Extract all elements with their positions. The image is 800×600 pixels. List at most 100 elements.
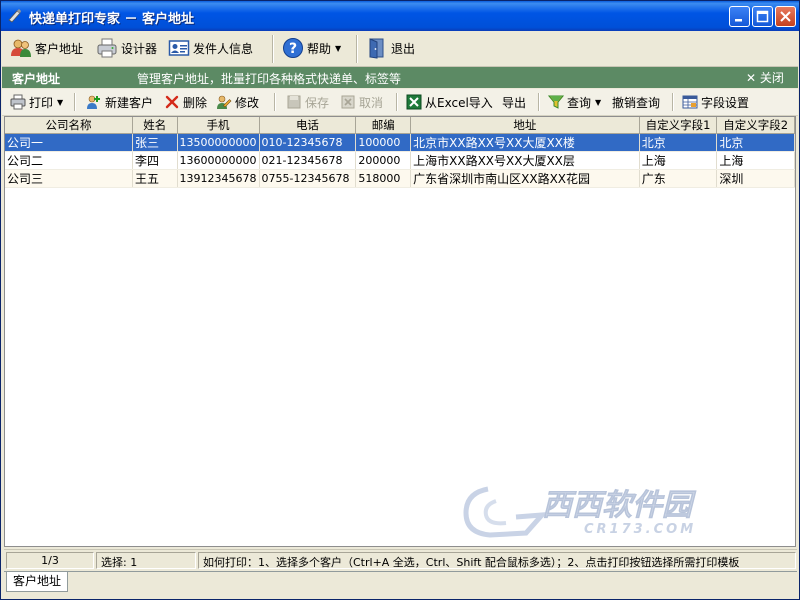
cancel-icon xyxy=(341,95,355,109)
exit-button[interactable]: 退出 xyxy=(366,37,415,59)
users-icon xyxy=(11,39,31,57)
svg-text:?: ? xyxy=(289,41,297,57)
column-header-custom2[interactable]: 自定义字段2 xyxy=(716,117,795,134)
cell-company: 公司三 xyxy=(5,169,133,188)
cell-custom1: 上海 xyxy=(639,151,718,170)
field-settings-label: 字段设置 xyxy=(701,95,750,110)
cancel-button[interactable]: 取消 xyxy=(340,92,383,112)
cell-mobile: 13500000000 xyxy=(177,133,260,152)
toolbar-separator xyxy=(672,93,674,111)
table-row-selected[interactable]: 公司一 张三 13500000000 010-12345678 100000 北… xyxy=(5,133,795,152)
panel-close-button[interactable]: ✕ 关闭 xyxy=(746,69,784,86)
cell-mobile: 13600000000 xyxy=(177,151,260,170)
table-row[interactable]: 公司二 李四 13600000000 021-12345678 200000 上… xyxy=(5,151,795,170)
tab-customer-address[interactable]: 客户地址 xyxy=(6,572,68,592)
column-header-postcode[interactable]: 邮编 xyxy=(355,117,412,134)
cell-address: 上海市XX路XX号XX大厦XX层 xyxy=(410,151,640,170)
exit-door-icon xyxy=(369,38,384,59)
add-user-icon xyxy=(87,95,100,109)
import-excel-label: 从Excel导入 xyxy=(425,95,493,110)
column-header-company[interactable]: 公司名称 xyxy=(5,117,133,134)
save-disk-icon xyxy=(287,95,301,109)
maximize-icon xyxy=(756,10,769,23)
cell-custom1: 广东 xyxy=(639,169,718,188)
close-button[interactable] xyxy=(775,6,796,27)
app-window: 快递单打印专家 － 客户地址 客户地址 设计器 发件人信息 ? 帮助 ▼ 退出 … xyxy=(0,0,800,600)
cell-company: 公司二 xyxy=(5,151,133,170)
cell-name: 王五 xyxy=(132,169,178,188)
toolbar-separator xyxy=(396,93,398,111)
help-label: 帮助 xyxy=(307,41,332,56)
maximize-button[interactable] xyxy=(752,6,773,27)
designer-label: 设计器 xyxy=(121,41,158,56)
table-settings-icon xyxy=(682,95,698,109)
import-excel-button[interactable]: 从Excel导入 xyxy=(406,92,493,112)
customer-address-button[interactable]: 客户地址 xyxy=(10,37,83,59)
title-bar[interactable]: 快递单打印专家 － 客户地址 xyxy=(1,1,799,31)
tab-strip-line xyxy=(4,571,797,572)
designer-button[interactable]: 设计器 xyxy=(96,37,157,59)
toolbar-separator xyxy=(356,35,358,63)
new-customer-label: 新建客户 xyxy=(105,95,154,110)
cell-phone: 010-12345678 xyxy=(259,133,357,152)
cell-phone: 0755-12345678 xyxy=(259,169,357,188)
status-hint: 如何打印：1、选择多个客户（Ctrl+A 全选，Ctrl、Shift 配合鼠标多… xyxy=(198,552,796,569)
delete-button[interactable]: 删除 xyxy=(164,92,207,112)
printer-icon xyxy=(97,38,117,58)
cancel-label: 取消 xyxy=(359,95,384,110)
new-customer-button[interactable]: 新建客户 xyxy=(86,92,153,112)
status-bar: 1/3 选择: 1 如何打印：1、选择多个客户（Ctrl+A 全选，Ctrl、S… xyxy=(4,549,797,572)
modify-button[interactable]: 修改 xyxy=(216,92,259,112)
delete-x-icon xyxy=(165,95,179,109)
toolbar-separator xyxy=(274,93,276,111)
printer-icon xyxy=(10,94,26,110)
cell-address: 北京市XX路XX号XX大厦XX楼 xyxy=(410,133,640,152)
cell-mobile: 13912345678 xyxy=(177,169,260,188)
query-button[interactable]: 查询 ▼ xyxy=(548,92,601,112)
cell-custom1: 北京 xyxy=(639,133,718,152)
close-x-icon: ✕ xyxy=(746,71,757,85)
help-icon: ? xyxy=(283,38,303,58)
sender-info-button[interactable]: 发件人信息 xyxy=(168,37,253,59)
cell-postcode: 100000 xyxy=(355,133,412,152)
action-toolbar: 打印 ▼ 新建客户 删除 修改 保存 取消 从Excel导入 导出 查询 ▼ 撤… xyxy=(2,89,798,116)
table-row[interactable]: 公司三 王五 13912345678 0755-12345678 518000 … xyxy=(5,169,795,188)
cancel-query-button[interactable]: 撤销查询 xyxy=(612,92,660,112)
column-header-custom1[interactable]: 自定义字段1 xyxy=(639,117,718,134)
watermark-logo: 西西软件园 CR173.COM xyxy=(463,486,697,538)
minimize-button[interactable] xyxy=(729,6,750,27)
main-toolbar: 客户地址 设计器 发件人信息 ? 帮助 ▼ 退出 xyxy=(2,31,798,67)
status-selection-count: 选择: 1 xyxy=(96,552,196,569)
column-header-phone[interactable]: 电话 xyxy=(259,117,357,134)
delete-label: 删除 xyxy=(183,95,208,110)
close-icon xyxy=(780,11,791,22)
cell-address: 广东省深圳市南山区XX路XX花园 xyxy=(410,169,640,188)
modify-label: 修改 xyxy=(235,95,260,110)
toolbar-separator xyxy=(538,93,540,111)
minimize-icon xyxy=(735,19,742,22)
column-header-name[interactable]: 姓名 xyxy=(132,117,178,134)
chevron-down-icon: ▼ xyxy=(57,97,64,107)
column-header-address[interactable]: 地址 xyxy=(410,117,640,134)
export-button[interactable]: 导出 xyxy=(502,92,526,112)
cancel-query-label: 撤销查询 xyxy=(612,95,661,110)
customer-table: 公司名称 姓名 手机 电话 邮编 地址 自定义字段1 自定义字段2 公司一 张三… xyxy=(5,117,795,188)
cell-postcode: 200000 xyxy=(355,151,412,170)
toolbar-separator xyxy=(74,93,76,111)
field-settings-button[interactable]: 字段设置 xyxy=(682,92,749,112)
cell-custom2: 深圳 xyxy=(716,169,795,188)
window-title: 快递单打印专家 － 客户地址 xyxy=(29,12,195,27)
query-label: 查询 xyxy=(567,95,592,110)
cell-postcode: 518000 xyxy=(355,169,412,188)
exit-label: 退出 xyxy=(391,41,416,56)
print-button[interactable]: 打印 ▼ xyxy=(10,92,63,112)
cell-name: 张三 xyxy=(132,133,178,152)
help-menu-button[interactable]: ? 帮助 ▼ xyxy=(282,37,341,59)
cell-name: 李四 xyxy=(132,151,178,170)
column-header-mobile[interactable]: 手机 xyxy=(177,117,260,134)
toolbar-separator xyxy=(272,35,274,63)
save-button[interactable]: 保存 xyxy=(286,92,329,112)
panel-header: 客户地址 管理客户地址，批量打印各种格式快递单、标签等 ✕ 关闭 xyxy=(2,67,798,88)
panel-description: 管理客户地址，批量打印各种格式快递单、标签等 xyxy=(137,72,402,86)
edit-user-icon xyxy=(217,95,232,109)
